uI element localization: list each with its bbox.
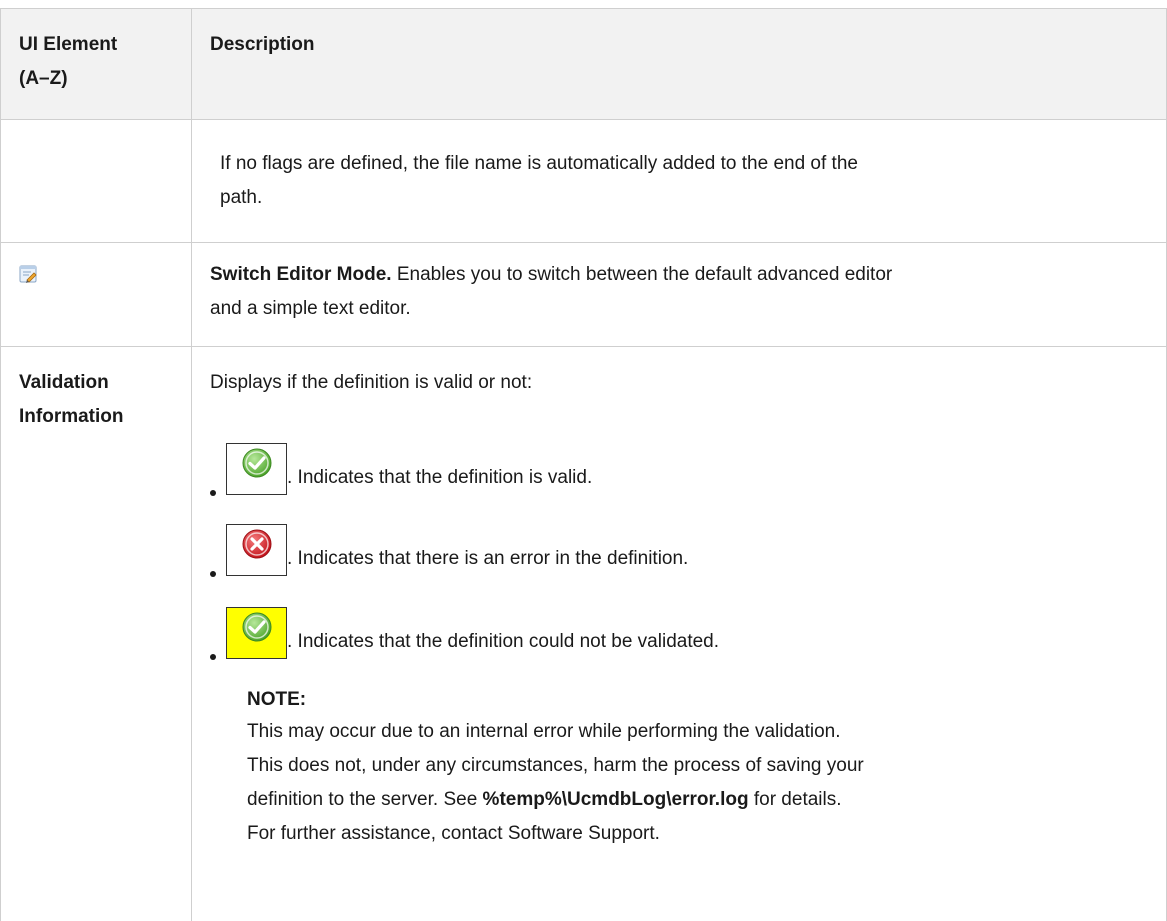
- ui-elements-table: UI Element (A–Z) Description If no flags…: [0, 0, 1167, 921]
- switch-editor-mode-icon: [19, 265, 37, 283]
- note-line-2: This does not, under any circumstances, …: [247, 755, 864, 776]
- not-validated-check-icon: [242, 612, 272, 642]
- switch-editor-mode-title: Switch Editor Mode.: [210, 264, 392, 285]
- valid-description: . Indicates that the definition is valid…: [287, 467, 593, 488]
- note-line-3: definition to the server. See %temp%\Ucm…: [247, 783, 842, 817]
- validation-information-label-cont: Information: [19, 406, 124, 427]
- row-divider: [0, 346, 1167, 347]
- column-divider: [191, 8, 192, 921]
- error-x-icon: [242, 529, 272, 559]
- note-line-1: This may occur due to an internal error …: [247, 721, 841, 742]
- bullet-dot: [210, 654, 216, 660]
- valid-check-icon: [242, 448, 272, 478]
- note-line-3-post: for details.: [748, 789, 842, 810]
- error-log-path: %temp%\UcmdbLog\error.log: [482, 789, 749, 810]
- row2-description: Switch Editor Mode. Enables you to switc…: [210, 258, 892, 292]
- header-divider: [0, 119, 1167, 120]
- note-line-4: For further assistance, contact Software…: [247, 823, 660, 844]
- row2-description-text: Enables you to switch between the defaul…: [391, 264, 893, 285]
- not-validated-status-box: [226, 607, 287, 659]
- valid-status-box: [226, 443, 287, 495]
- header-ui-element: UI Element: [19, 34, 118, 55]
- bullet-dot: [210, 490, 216, 496]
- row2-description-cont: and a simple text editor.: [210, 298, 411, 319]
- header-ui-element-sort: (A–Z): [19, 68, 68, 89]
- validation-intro: Displays if the definition is valid or n…: [210, 372, 533, 393]
- error-description: . Indicates that there is an error in th…: [287, 548, 689, 569]
- table-header-row: [0, 9, 1167, 119]
- row1-description: If no flags are defined, the file name i…: [220, 153, 858, 174]
- validation-information-label: Validation: [19, 372, 109, 393]
- row-divider: [0, 242, 1167, 243]
- row1-description-cont: path.: [220, 187, 263, 208]
- error-status-box: [226, 524, 287, 576]
- header-description: Description: [210, 34, 315, 55]
- table-border-left: [0, 8, 1, 921]
- table-border-top: [0, 8, 1167, 9]
- note-line-3-pre: definition to the server. See: [247, 789, 483, 810]
- bullet-dot: [210, 571, 216, 577]
- note-label: NOTE:: [247, 689, 307, 710]
- not-validated-description: . Indicates that the definition could no…: [287, 631, 720, 652]
